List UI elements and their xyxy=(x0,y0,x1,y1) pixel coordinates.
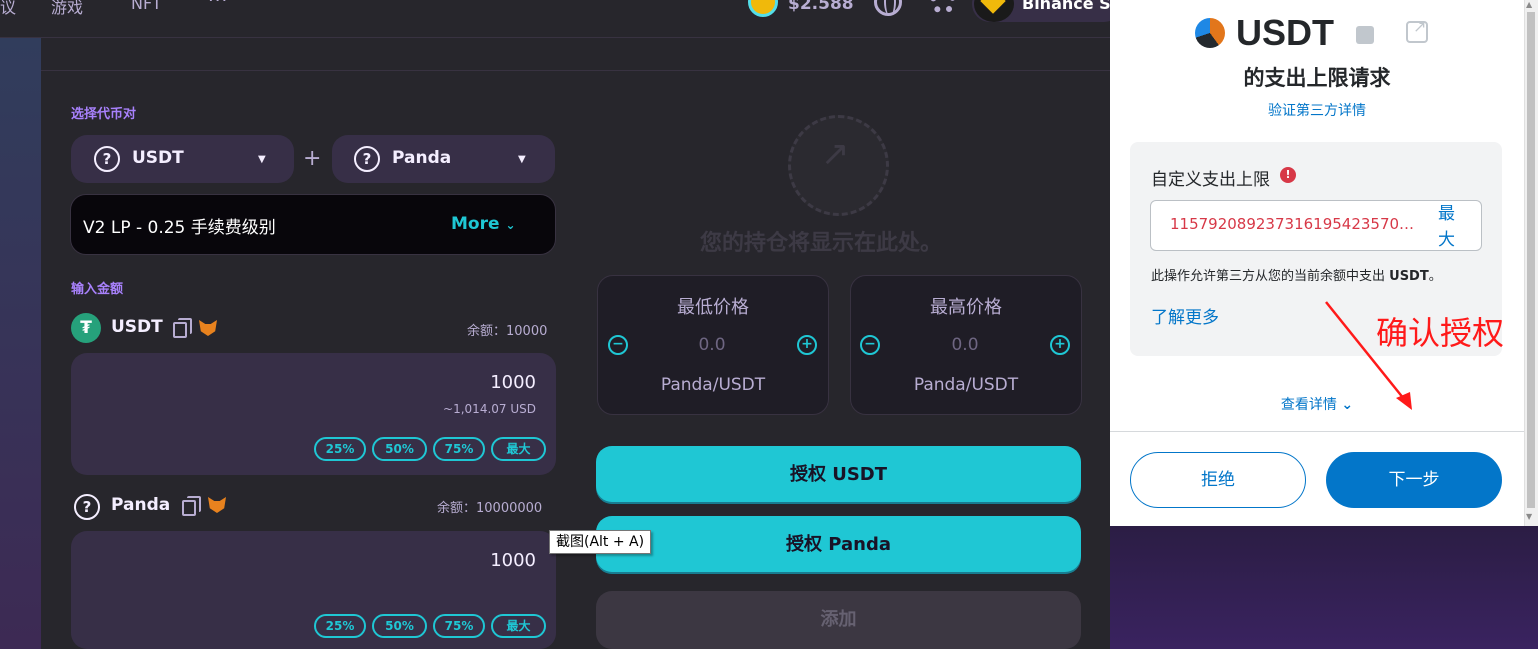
popup-title: 的支出上限请求 xyxy=(1243,66,1391,90)
question-icon: ? xyxy=(94,146,120,172)
page-background xyxy=(1110,526,1538,649)
max-price-value[interactable]: 0.0 xyxy=(893,335,1037,355)
scrollbar-thumb[interactable] xyxy=(1527,12,1535,508)
max-button[interactable]: 最大 xyxy=(491,614,546,638)
scroll-up-icon[interactable]: ▲ xyxy=(1526,0,1532,9)
copy-icon[interactable] xyxy=(173,318,192,338)
spending-limit-value[interactable]: 1157920892373161954235709850086879078532… xyxy=(1170,215,1420,233)
question-icon: ? xyxy=(74,494,100,520)
approve-usdt-button[interactable]: 授权 USDT xyxy=(596,446,1081,504)
token-a-name: USDT xyxy=(132,148,184,168)
token-a-balance: 余额：10000 xyxy=(467,324,548,339)
token-b-symbol: Panda xyxy=(111,495,171,515)
pct-50-button[interactable]: 50% xyxy=(372,437,427,461)
plus-circle-icon[interactable]: + xyxy=(1050,335,1070,355)
screenshot-tooltip: 截图(Alt + A) xyxy=(549,530,652,554)
spending-description: 此操作允许第三方从您的当前余额中支出 USDT。 xyxy=(1151,269,1442,284)
add-button[interactable]: 添加 xyxy=(596,591,1081,649)
question-icon: ? xyxy=(354,146,380,172)
token-b-balance: 余额：10000000 xyxy=(437,501,543,516)
nav-item-partial[interactable]: 议 xyxy=(0,0,16,18)
custom-limit-label: 自定义支出上限 xyxy=(1151,170,1270,190)
warning-icon: ! xyxy=(1280,167,1296,183)
verify-third-party-link[interactable]: 验证第三方详情 xyxy=(1110,100,1524,120)
minus-circle-icon[interactable]: − xyxy=(608,335,628,355)
token-price: $2.588 xyxy=(788,0,854,14)
input-amount-label: 输入金额 xyxy=(71,282,124,297)
token-a-symbol: USDT xyxy=(111,317,163,337)
nav-item-nft[interactable]: NFT xyxy=(131,0,162,13)
popup-divider xyxy=(1110,431,1524,432)
pct-75-button[interactable]: 75% xyxy=(433,437,485,461)
network-name: Binance S xyxy=(1022,0,1111,13)
nav-item-games[interactable]: 游戏 xyxy=(51,0,83,18)
minus-circle-icon[interactable]: − xyxy=(860,335,880,355)
plus-icon: + xyxy=(303,146,322,171)
popup-token-name: USDT xyxy=(1236,12,1334,53)
annotation-text: 确认授权 xyxy=(1376,314,1505,352)
token-b-amount[interactable]: 1000 xyxy=(300,550,536,571)
select-pair-label: 选择代币对 xyxy=(71,107,137,122)
caret-down-icon: ▼ xyxy=(518,154,526,165)
copy-icon[interactable] xyxy=(1356,26,1374,44)
max-limit-button[interactable]: 最大 xyxy=(1438,201,1458,253)
learn-more-link[interactable]: 了解更多 xyxy=(1151,303,1219,328)
more-label: More xyxy=(451,214,500,234)
plus-circle-icon[interactable]: + xyxy=(797,335,817,355)
max-price-title: 最高价格 xyxy=(930,297,1002,318)
token-a-usd-value: ~1,014.07 USD xyxy=(443,402,536,416)
fee-tier-text: V2 LP - 0.25 手续费级别 xyxy=(83,218,276,238)
token-b-name: Panda xyxy=(392,148,452,168)
nav-more-icon[interactable]: ··· xyxy=(208,0,228,11)
reject-button[interactable]: 拒绝 xyxy=(1130,452,1306,508)
pct-50-button[interactable]: 50% xyxy=(372,614,427,638)
sidebar-strip xyxy=(0,38,41,649)
scroll-down-icon[interactable]: ▼ xyxy=(1526,512,1532,521)
chevron-down-icon: ⌄ xyxy=(505,218,516,232)
view-details-link[interactable]: 查看详情 ⌄ xyxy=(1110,394,1524,414)
min-price-title: 最低价格 xyxy=(677,297,749,318)
token-logo-icon xyxy=(1195,18,1225,48)
card-divider xyxy=(41,70,1110,71)
empty-positions-text: 您的持仓将显示在此处。 xyxy=(700,231,943,256)
external-link-icon[interactable] xyxy=(1406,17,1428,43)
max-button[interactable]: 最大 xyxy=(491,437,546,461)
max-price-unit: Panda/USDT xyxy=(913,375,1019,395)
copy-icon[interactable] xyxy=(182,496,201,516)
pct-25-button[interactable]: 25% xyxy=(314,614,366,638)
approve-panda-button[interactable]: 授权 Panda xyxy=(596,516,1081,574)
min-price-value[interactable]: 0.0 xyxy=(640,335,784,355)
next-button[interactable]: 下一步 xyxy=(1326,452,1502,508)
empty-positions-icon xyxy=(788,115,889,216)
token-a-amount[interactable]: 1000 xyxy=(300,372,536,393)
usdt-icon: ₮ xyxy=(71,313,101,343)
caret-down-icon: ▼ xyxy=(258,154,266,165)
pct-75-button[interactable]: 75% xyxy=(433,614,485,638)
min-price-unit: Panda/USDT xyxy=(660,375,766,395)
pct-25-button[interactable]: 25% xyxy=(314,437,366,461)
more-button[interactable]: More ⌄ xyxy=(451,214,516,234)
